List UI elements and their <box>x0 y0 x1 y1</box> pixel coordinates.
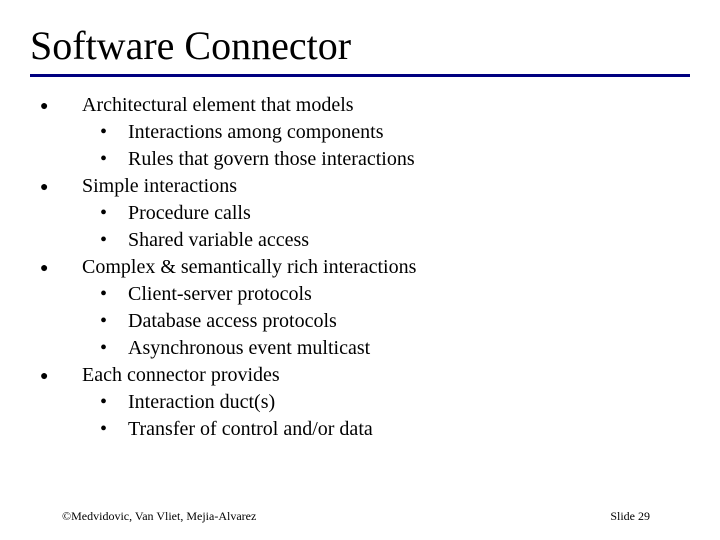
list-item-text: Rules that govern those interactions <box>128 146 680 173</box>
bullet-icon: ● <box>30 258 82 280</box>
list-item-text: Interaction duct(s) <box>128 389 680 416</box>
bullet-icon: ● <box>30 96 82 118</box>
bullet-icon: • <box>82 389 128 416</box>
bullet-icon: • <box>82 335 128 362</box>
slide-body: ● Architectural element that models • In… <box>30 92 680 443</box>
list-item: • Interactions among components <box>82 119 680 146</box>
list-item: • Client-server protocols <box>82 281 680 308</box>
bullet-icon: • <box>82 119 128 146</box>
bullet-icon: • <box>82 227 128 254</box>
list-item-text: Each connector provides <box>82 362 680 389</box>
slide-title: Software Connector <box>30 22 351 69</box>
list-item: ● Each connector provides <box>30 362 680 389</box>
bullet-icon: • <box>82 200 128 227</box>
list-item: ● Architectural element that models <box>30 92 680 119</box>
list-item: • Asynchronous event multicast <box>82 335 680 362</box>
bullet-icon: • <box>82 146 128 173</box>
list-item-text: Complex & semantically rich interactions <box>82 254 680 281</box>
bullet-icon: • <box>82 281 128 308</box>
bullet-icon: • <box>82 416 128 443</box>
bullet-icon: ● <box>30 366 82 388</box>
bullet-icon: • <box>82 308 128 335</box>
list-item-text: Client-server protocols <box>128 281 680 308</box>
list-item: • Rules that govern those interactions <box>82 146 680 173</box>
list-item-text: Database access protocols <box>128 308 680 335</box>
list-item-text: Transfer of control and/or data <box>128 416 680 443</box>
list-item: ● Simple interactions <box>30 173 680 200</box>
title-underline <box>30 74 690 77</box>
list-item-text: Architectural element that models <box>82 92 680 119</box>
list-item: • Database access protocols <box>82 308 680 335</box>
list-item-text: Interactions among components <box>128 119 680 146</box>
list-item-text: Asynchronous event multicast <box>128 335 680 362</box>
list-item: • Interaction duct(s) <box>82 389 680 416</box>
slide: Software Connector ● Architectural eleme… <box>0 0 720 540</box>
list-item: • Transfer of control and/or data <box>82 416 680 443</box>
footer-credit: ©Medvidovic, Van Vliet, Mejia-Alvarez <box>62 509 256 524</box>
list-item: • Procedure calls <box>82 200 680 227</box>
list-item-text: Simple interactions <box>82 173 680 200</box>
list-item-text: Procedure calls <box>128 200 680 227</box>
list-item-text: Shared variable access <box>128 227 680 254</box>
list-item: • Shared variable access <box>82 227 680 254</box>
footer-slide-number: Slide 29 <box>610 509 650 524</box>
bullet-icon: ● <box>30 177 82 199</box>
list-item: ● Complex & semantically rich interactio… <box>30 254 680 281</box>
